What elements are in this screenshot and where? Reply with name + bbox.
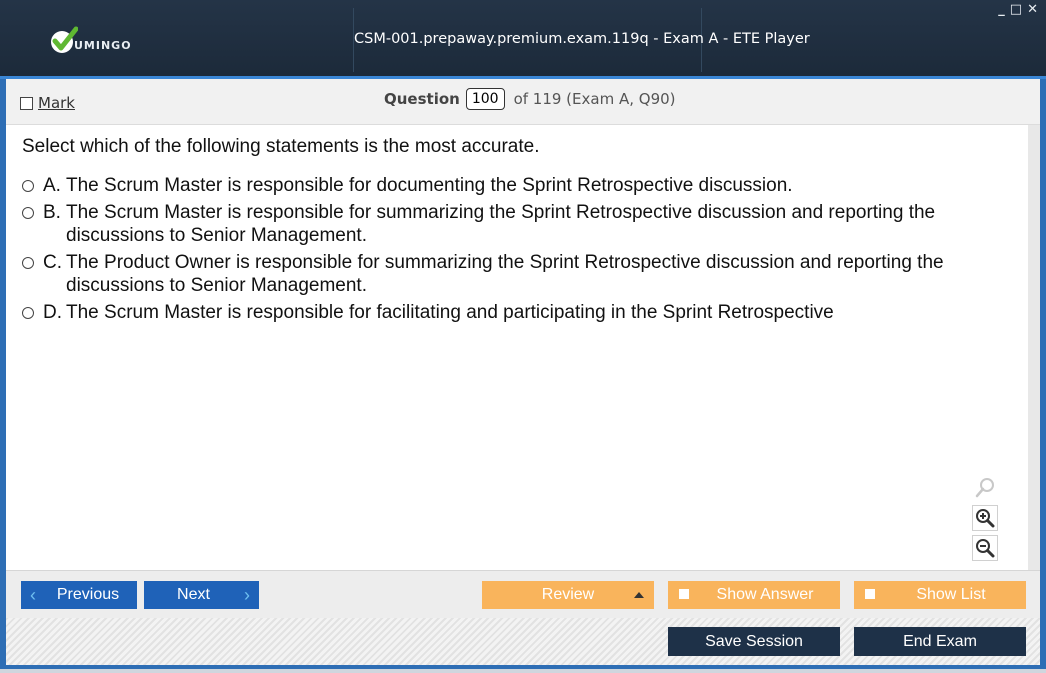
option-letter: C. bbox=[43, 252, 62, 273]
answer-option-c[interactable]: C. The Product Owner is responsible for … bbox=[20, 251, 1010, 297]
option-text: The Scrum Master is responsible for faci… bbox=[66, 302, 834, 323]
question-number-input[interactable]: 100 bbox=[465, 88, 505, 110]
zoom-controls bbox=[972, 475, 998, 561]
question-count: of 119 (Exam A, Q90) bbox=[513, 90, 676, 108]
option-text: The Scrum Master is responsible for docu… bbox=[66, 175, 793, 196]
question-toolbar: Mark Question 100 of 119 (Exam A, Q90) bbox=[6, 79, 1040, 125]
zoom-out-button[interactable] bbox=[972, 535, 998, 561]
mark-label: Mark bbox=[38, 94, 75, 112]
radio-button[interactable] bbox=[22, 207, 34, 219]
option-text: The Scrum Master is responsible for summ… bbox=[66, 202, 936, 246]
bottom-edge bbox=[0, 669, 1046, 673]
zoom-in-button[interactable] bbox=[972, 505, 998, 531]
caret-up-icon[interactable] bbox=[634, 592, 644, 598]
window-title: CSM-001.prepaway.premium.exam.119q - Exa… bbox=[354, 31, 810, 47]
previous-label: Previous bbox=[56, 586, 120, 603]
chevron-left-icon: ‹ bbox=[30, 584, 36, 605]
option-text: The Product Owner is responsible for sum… bbox=[66, 252, 944, 296]
logo-text: UMINGO bbox=[74, 39, 132, 52]
window-controls: _ □ ✕ bbox=[998, 3, 1038, 17]
bottom-bar: Save Session End Exam bbox=[6, 618, 1040, 665]
question-label: Question bbox=[384, 90, 460, 108]
zoom-reset-button[interactable] bbox=[972, 475, 998, 501]
magnifier-icon bbox=[975, 478, 994, 498]
close-button[interactable]: ✕ bbox=[1027, 3, 1038, 17]
zoom-in-icon bbox=[976, 509, 995, 528]
question-content: Select which of the following statements… bbox=[6, 125, 1028, 570]
mark-checkbox[interactable]: Mark bbox=[20, 94, 75, 112]
question-prompt: Select which of the following statements… bbox=[22, 136, 540, 157]
title-bar: UMINGO CSM-001.prepaway.premium.exam.119… bbox=[0, 0, 1046, 79]
option-letter: B. bbox=[43, 202, 61, 223]
end-exam-button[interactable]: End Exam bbox=[854, 627, 1026, 656]
show-list-label: Show List bbox=[916, 586, 986, 603]
radio-button[interactable] bbox=[22, 180, 34, 192]
vumingo-logo: UMINGO bbox=[50, 24, 132, 58]
radio-button[interactable] bbox=[22, 257, 34, 269]
question-navigator: Question 100 of 119 (Exam A, Q90) bbox=[384, 88, 676, 110]
maximize-button[interactable]: □ bbox=[1010, 3, 1022, 17]
review-label: Review bbox=[541, 586, 595, 603]
navigation-bar: ‹ Previous Next › Review Show Answer Sho… bbox=[6, 570, 1040, 619]
zoom-out-icon bbox=[976, 539, 995, 558]
checkbox-icon[interactable] bbox=[20, 96, 33, 110]
option-letter: A. bbox=[43, 175, 61, 196]
show-list-toggle[interactable]: Show List bbox=[854, 581, 1026, 609]
answer-option-b[interactable]: B. The Scrum Master is responsible for s… bbox=[20, 201, 1010, 247]
vertical-scrollbar[interactable] bbox=[1028, 125, 1040, 570]
chevron-right-icon: › bbox=[244, 584, 250, 605]
show-answer-toggle[interactable]: Show Answer bbox=[668, 581, 840, 609]
show-answer-label: Show Answer bbox=[716, 586, 814, 603]
answer-option-d[interactable]: D. The Scrum Master is responsible for f… bbox=[20, 301, 1010, 324]
review-button[interactable]: Review bbox=[482, 581, 654, 609]
answer-option-a[interactable]: A. The Scrum Master is responsible for d… bbox=[20, 174, 1010, 197]
next-label: Next bbox=[177, 586, 210, 603]
end-exam-label: End Exam bbox=[903, 632, 977, 650]
checkbox-icon[interactable] bbox=[679, 589, 689, 599]
save-session-label: Save Session bbox=[705, 632, 803, 650]
answer-options: A. The Scrum Master is responsible for d… bbox=[20, 174, 1010, 328]
save-session-button[interactable]: Save Session bbox=[668, 627, 840, 656]
checkbox-icon[interactable] bbox=[865, 589, 875, 599]
radio-button[interactable] bbox=[22, 307, 34, 319]
minimize-button[interactable]: _ bbox=[998, 3, 1005, 17]
next-button[interactable]: Next › bbox=[144, 581, 259, 609]
option-letter: D. bbox=[43, 302, 62, 323]
previous-button[interactable]: ‹ Previous bbox=[21, 581, 137, 609]
